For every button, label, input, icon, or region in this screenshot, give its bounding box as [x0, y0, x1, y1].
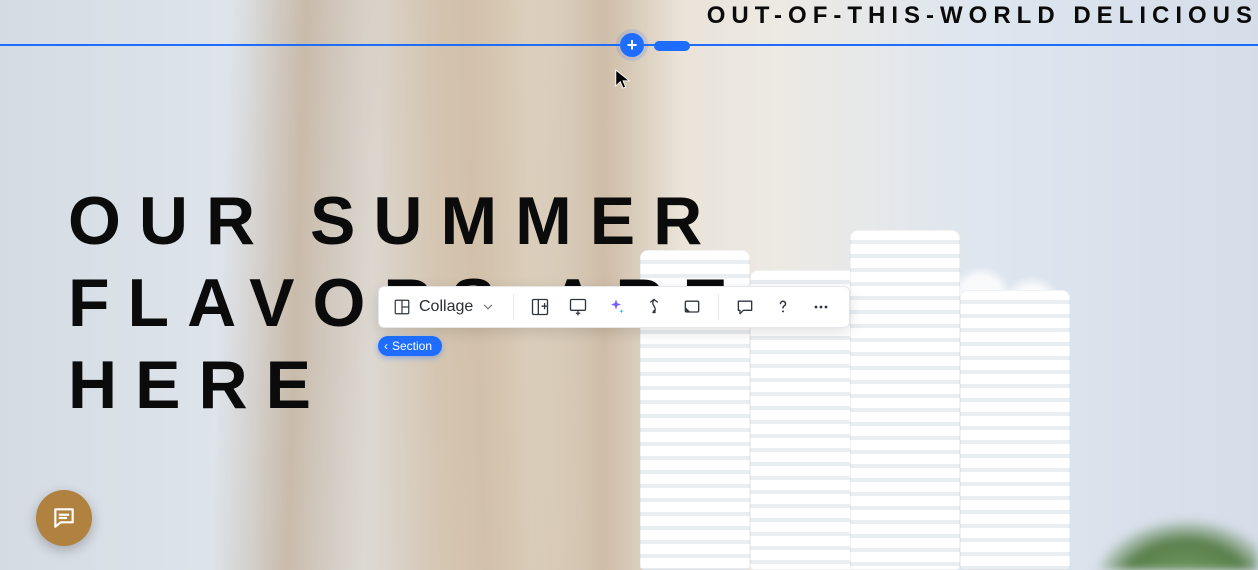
color-button[interactable] [674, 291, 710, 323]
toolbar-separator [513, 294, 514, 320]
more-icon [811, 297, 831, 317]
toolbar-separator [718, 294, 719, 320]
comment-button[interactable] [727, 291, 763, 323]
layout-select-value: Collage [419, 298, 473, 316]
help-icon [773, 297, 793, 317]
ai-button[interactable] [598, 291, 634, 323]
more-button[interactable] [803, 291, 839, 323]
breadcrumb-label: Section [392, 339, 432, 353]
layout-icon [393, 298, 411, 316]
sparkle-icon [606, 297, 626, 317]
section-toolbar: Collage [378, 286, 850, 328]
plus-icon: + [627, 35, 638, 56]
section-drag-handle[interactable] [654, 41, 690, 51]
animate-icon [644, 297, 664, 317]
section-breadcrumb[interactable]: ‹ Section [378, 336, 442, 356]
cursor-icon [614, 68, 632, 90]
editor-canvas[interactable]: OUT-OF-THIS-WORLD DELICIOUS + OUR SUMMER… [0, 0, 1258, 570]
add-section-below-button[interactable] [560, 291, 596, 323]
add-section-button[interactable]: + [620, 33, 644, 57]
color-icon [682, 297, 702, 317]
help-button[interactable] [765, 291, 801, 323]
tagline-text: OUT-OF-THIS-WORLD DELICIOUS [707, 2, 1258, 30]
add-element-button[interactable] [522, 291, 558, 323]
chat-fab[interactable] [36, 490, 92, 546]
add-element-icon [530, 297, 550, 317]
chevron-left-icon: ‹ [384, 339, 388, 353]
comment-icon [735, 297, 755, 317]
animate-button[interactable] [636, 291, 672, 323]
chevron-down-icon [481, 300, 495, 314]
chat-icon [51, 505, 77, 531]
background-plant [1018, 370, 1258, 570]
layout-select[interactable]: Collage [387, 291, 505, 323]
add-section-below-icon [568, 297, 588, 317]
